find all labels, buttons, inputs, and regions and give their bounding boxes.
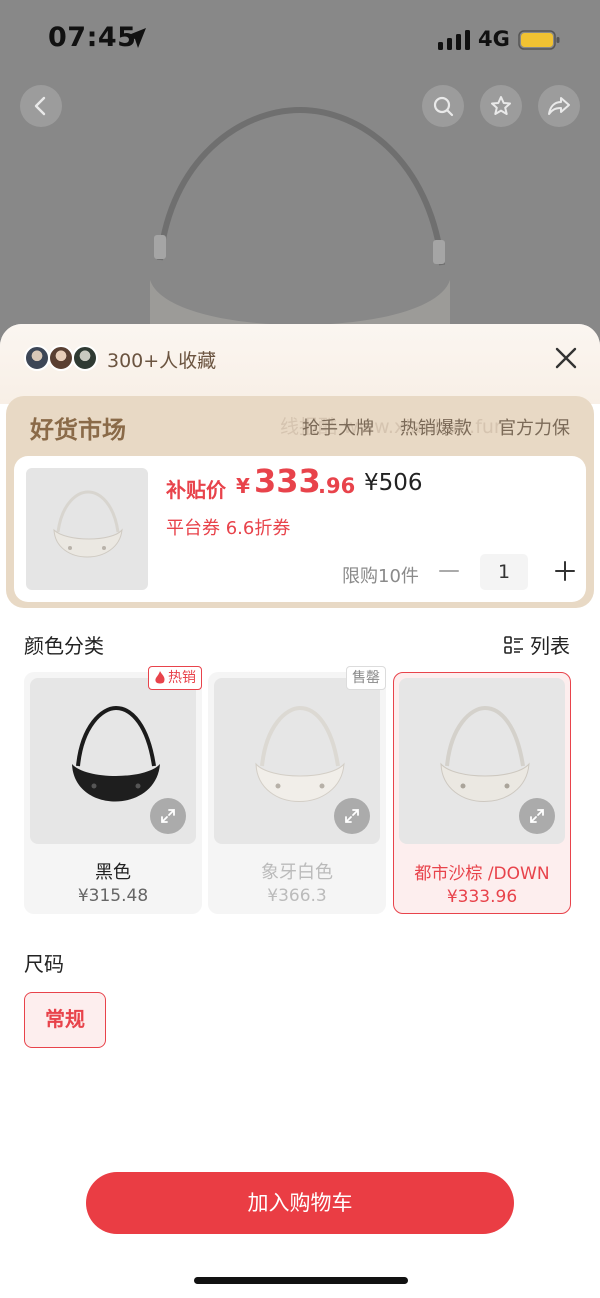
product-thumbnail[interactable] xyxy=(26,468,148,590)
color-option-urban-sand[interactable]: 都市沙棕 /DOWN ¥333.96 xyxy=(393,672,571,914)
promo-tag: 热销爆款 xyxy=(400,418,472,439)
price-currency: ¥ xyxy=(236,474,250,498)
promo-tag: 官方力保 xyxy=(498,418,570,439)
color-section-title: 颜色分类 xyxy=(24,634,104,658)
badge-label: 热销 xyxy=(168,670,196,686)
search-button[interactable] xyxy=(422,85,464,127)
sheet-header: 300+人收藏 xyxy=(0,324,600,404)
status-bar: 07:45 4G xyxy=(0,0,600,80)
original-price: ¥506 xyxy=(364,470,423,496)
favorite-button[interactable] xyxy=(480,85,522,127)
price-card: 补贴价 ¥ 333 .96 ¥506 平台券 6.6折券 限购10件 1 xyxy=(14,456,586,602)
star-icon xyxy=(491,96,511,115)
expand-image-button[interactable] xyxy=(334,798,370,834)
variant-price: ¥315.48 xyxy=(77,886,149,906)
promo-tags: 抢手大牌 热销爆款 官方力保 xyxy=(302,414,570,440)
signal-icon xyxy=(438,30,470,50)
color-option-black[interactable]: 黑色 ¥315.48 热销 xyxy=(24,666,202,914)
expand-icon xyxy=(161,809,175,823)
price-integer: 333 xyxy=(254,462,321,500)
variant-image xyxy=(214,678,380,844)
expand-image-button[interactable] xyxy=(519,798,555,834)
purchase-limit: 限购10件 xyxy=(342,566,419,587)
share-button[interactable] xyxy=(538,85,580,127)
variant-price: ¥333.96 xyxy=(446,887,518,907)
variant-name: 黑色 xyxy=(95,862,131,883)
chevron-left-icon xyxy=(34,96,46,116)
color-option-ivory[interactable]: 象牙白色 ¥366.3 售罄 xyxy=(208,666,386,914)
variant-name: 象牙白色 xyxy=(261,862,333,883)
price-decimal: .96 xyxy=(318,474,356,498)
home-indicator xyxy=(194,1277,408,1284)
sku-selection-sheet: 300+人收藏 好货市场 线报酷 www.xianbao.fun 抢手大牌 热销… xyxy=(0,324,600,1298)
variant-name: 都市沙棕 /DOWN xyxy=(414,864,550,884)
list-view-icon xyxy=(504,635,523,654)
product-image xyxy=(150,106,450,360)
network-label: 4G xyxy=(478,27,510,51)
sold-out-badge: 售罄 xyxy=(346,666,386,690)
flame-icon xyxy=(155,671,165,684)
variant-image xyxy=(30,678,196,844)
expand-image-button[interactable] xyxy=(150,798,186,834)
promo-title: 好货市场 xyxy=(30,416,126,444)
list-view-label: 列表 xyxy=(530,634,570,658)
expand-icon xyxy=(530,809,544,823)
coupon-text[interactable]: 平台券 6.6折券 xyxy=(166,514,290,540)
location-arrow-icon xyxy=(126,28,146,48)
avatar-group xyxy=(24,345,100,371)
add-to-cart-button[interactable]: 加入购物车 xyxy=(86,1172,514,1234)
hot-badge: 热销 xyxy=(148,666,202,690)
expand-icon xyxy=(345,809,359,823)
close-icon[interactable] xyxy=(552,344,580,372)
subsidy-label: 补贴价 xyxy=(166,478,226,502)
increase-quantity-button[interactable] xyxy=(550,556,580,586)
decrease-quantity-button[interactable] xyxy=(434,556,464,586)
promo-tag: 抢手大牌 xyxy=(302,418,374,439)
size-option-regular[interactable]: 常规 xyxy=(24,992,106,1048)
variant-image xyxy=(399,678,565,844)
bag-image xyxy=(53,490,123,558)
back-button[interactable] xyxy=(20,85,62,127)
badge-label: 售罄 xyxy=(352,670,380,686)
promo-banner: 好货市场 线报酷 www.xianbao.fun 抢手大牌 热销爆款 官方力保 … xyxy=(6,396,594,608)
variant-price: ¥366.3 xyxy=(267,886,327,906)
favorites-count: 300+人收藏 xyxy=(107,350,217,372)
search-icon xyxy=(433,96,454,117)
battery-icon xyxy=(518,30,560,50)
size-section-title: 尺码 xyxy=(24,952,64,976)
quantity-input[interactable]: 1 xyxy=(480,554,528,590)
avatar xyxy=(72,345,98,371)
list-view-toggle[interactable]: 列表 xyxy=(504,630,570,659)
share-icon xyxy=(548,97,570,115)
avatar xyxy=(24,345,50,371)
avatar xyxy=(48,345,74,371)
